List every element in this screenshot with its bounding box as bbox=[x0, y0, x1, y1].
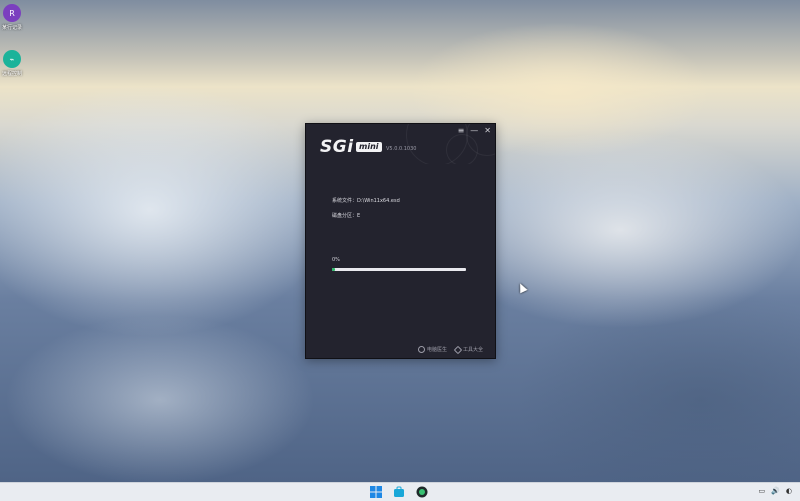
store-icon[interactable] bbox=[393, 486, 405, 498]
display-icon[interactable]: ▭ bbox=[759, 487, 766, 495]
battery-icon[interactable]: ◐ bbox=[786, 487, 792, 495]
app-icon: R bbox=[3, 4, 21, 22]
volume-icon[interactable]: 🔊 bbox=[771, 487, 780, 495]
window-header[interactable]: SGi mini V5.0.0.1030 ≡ — ✕ bbox=[306, 124, 495, 164]
mouse-cursor-icon bbox=[516, 281, 528, 294]
system-file-label: 系统文件：D:\Win11x64.esd bbox=[332, 198, 400, 204]
app-icon[interactable] bbox=[416, 486, 428, 498]
window-controls: ≡ — ✕ bbox=[458, 126, 491, 135]
app-glyph: R bbox=[9, 8, 15, 18]
taskbar: ▭ 🔊 ◐ bbox=[0, 482, 800, 501]
version-label: V5.0.0.1030 bbox=[386, 146, 417, 152]
minimize-button[interactable]: — bbox=[470, 126, 478, 135]
toolbox-link[interactable]: 工具大全 bbox=[453, 345, 483, 354]
logo-badge: mini bbox=[356, 142, 382, 152]
desktop-icon-label: 某行记录 bbox=[1, 25, 22, 31]
toolbox-icon bbox=[453, 345, 463, 354]
progress-fill bbox=[332, 268, 335, 271]
doctor-icon bbox=[417, 346, 425, 353]
remote-icon: ⌁ bbox=[3, 50, 21, 68]
app-glyph: ⌁ bbox=[9, 54, 15, 64]
desktop-wallpaper: R 某行记录 ⌁ 远程控制 SGi mini V5.0.0.1030 ≡ — ✕… bbox=[0, 0, 800, 482]
desktop-icon-2[interactable]: ⌁ 远程控制 bbox=[0, 50, 24, 77]
progress-bar bbox=[332, 268, 466, 271]
window-footer: 电脑医生 工具大全 bbox=[417, 345, 483, 354]
logo-text: SGi bbox=[320, 137, 354, 157]
pc-doctor-link[interactable]: 电脑医生 bbox=[417, 346, 447, 353]
pc-doctor-label: 电脑医生 bbox=[426, 347, 447, 353]
sgi-mini-window: SGi mini V5.0.0.1030 ≡ — ✕ 系统文件：D:\Win11… bbox=[305, 123, 496, 359]
toolbox-label: 工具大全 bbox=[462, 347, 483, 353]
desktop-icon-1[interactable]: R 某行记录 bbox=[0, 4, 24, 31]
system-tray: ▭ 🔊 ◐ bbox=[759, 487, 792, 495]
progress-percent: 0% bbox=[332, 257, 340, 263]
partition-label: 磁盘分区：E bbox=[332, 213, 361, 219]
menu-icon[interactable]: ≡ bbox=[458, 126, 465, 135]
close-button[interactable]: ✕ bbox=[484, 126, 491, 135]
desktop-icon-label: 远程控制 bbox=[1, 71, 22, 77]
windows-start-icon[interactable] bbox=[370, 486, 382, 498]
